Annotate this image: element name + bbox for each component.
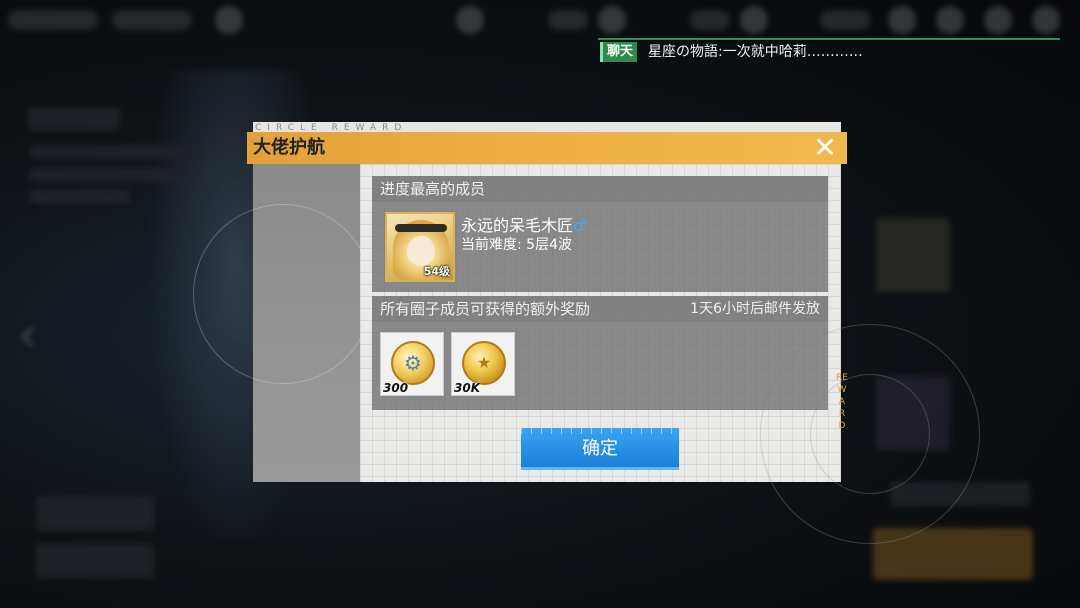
member-difficulty: 当前难度: 5层4波	[461, 237, 572, 253]
close-icon[interactable]: ✕	[811, 134, 839, 162]
confirm-label: 确定	[582, 438, 618, 459]
reward-item-gold[interactable]: ★ 30K	[451, 332, 515, 396]
extra-reward-header: 所有圈子成员可获得的额外奖励 1天6小时后邮件发放	[372, 296, 828, 322]
top-member-title: 进度最高的成员	[380, 180, 486, 198]
top-member-header: 进度最高的成员	[372, 176, 828, 202]
game-screen: ‹ 聊天 星座の物語:一次就中哈莉………… CIRCLE REWARD 大佬护航…	[0, 0, 1080, 608]
dialog-title-bar: 大佬护航 ✕	[247, 132, 847, 164]
extra-reward-title: 所有圈子成员可获得的额外奖励	[380, 300, 591, 318]
confirm-button[interactable]: 确定	[521, 428, 679, 470]
reward-vertical-caption: REWARD	[836, 373, 848, 431]
escort-reward-dialog: CIRCLE REWARD 大佬护航 ✕ 进度最高的成员 54级 永远的呆毛木匠…	[193, 122, 980, 544]
member-name: 永远的呆毛木匠♂	[461, 216, 588, 235]
reward-count: 300	[383, 381, 409, 395]
mail-delivery-note: 1天6小时后邮件发放	[690, 301, 820, 317]
top-member-panel: 进度最高的成员 54级 永远的呆毛木匠♂ 当前难度: 5层4波	[372, 176, 828, 292]
member-avatar[interactable]: 54级	[385, 212, 455, 282]
chat-divider	[598, 38, 1060, 40]
dialog-title: 大佬护航	[253, 137, 325, 158]
badge-coin-icon: ⚙	[391, 341, 435, 385]
extra-reward-panel: 所有圈子成员可获得的额外奖励 1天6小时后邮件发放 ⚙ 300 ★ 30K	[372, 296, 828, 410]
chat-message: 星座の物語:一次就中哈莉…………	[648, 44, 863, 60]
compass-decoration-inner	[810, 374, 930, 494]
reward-count: 30K	[454, 381, 480, 395]
gold-coin-icon: ★	[462, 341, 506, 385]
chat-tag: 聊天	[600, 42, 638, 62]
background-topbar	[0, 0, 1080, 40]
male-icon: ♂	[573, 216, 588, 235]
left-arrow-icon: ‹	[18, 307, 38, 363]
dialog-side-panel	[193, 164, 373, 482]
member-level: 54级	[423, 265, 450, 278]
reward-item-badge[interactable]: ⚙ 300	[380, 332, 444, 396]
chat-ticker[interactable]: 聊天 星座の物語:一次就中哈莉…………	[598, 38, 1060, 66]
